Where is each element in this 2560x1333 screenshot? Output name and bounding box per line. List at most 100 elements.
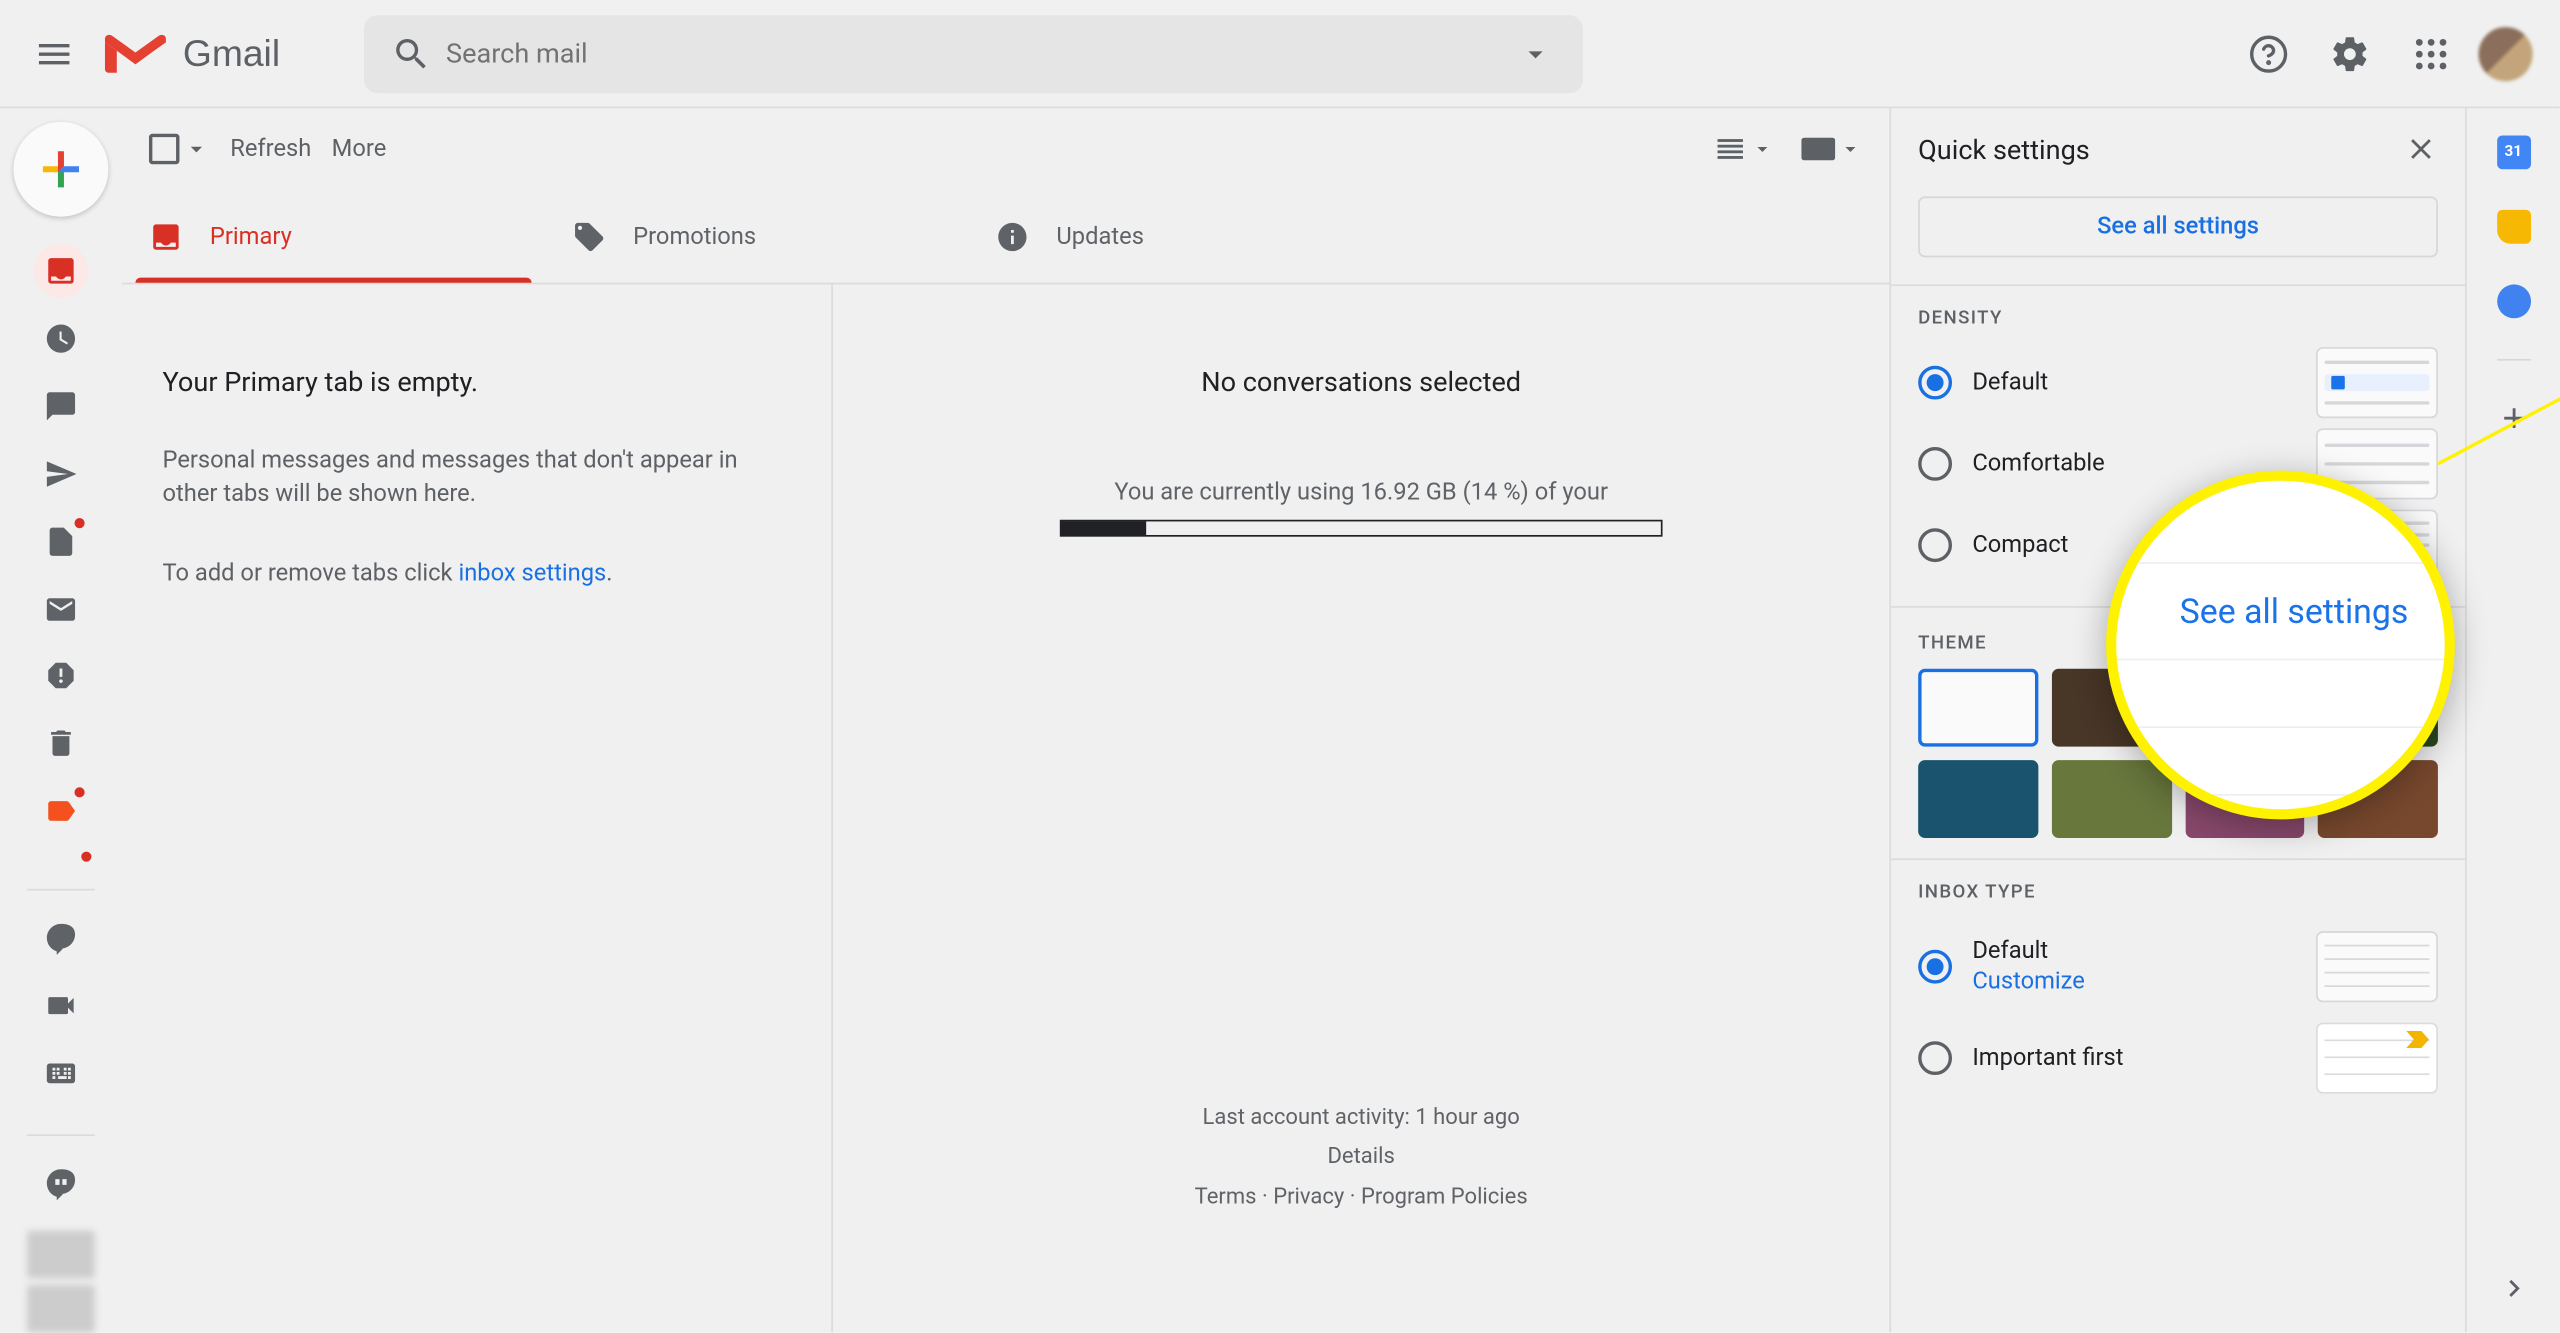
- details-link[interactable]: Details: [1327, 1145, 1394, 1170]
- inbox-type-title: INBOX TYPE: [1918, 880, 2036, 902]
- chevron-right-icon: [2496, 1271, 2530, 1305]
- radio-icon: [1918, 366, 1952, 400]
- trash-icon: [44, 727, 78, 761]
- tab-updates[interactable]: Updates: [968, 190, 1391, 283]
- nav-video[interactable]: [34, 979, 88, 1033]
- nav-keyboard[interactable]: [34, 1047, 88, 1101]
- density-preview-default: [2316, 347, 2438, 418]
- caret-down-icon: [1519, 36, 1553, 70]
- radio-icon: [1918, 949, 1952, 983]
- policies-link[interactable]: Program Policies: [1361, 1184, 1528, 1209]
- contact-thumb-1[interactable]: [27, 1231, 95, 1278]
- gear-icon: [2330, 33, 2371, 74]
- caret-down-icon: [1839, 137, 1863, 161]
- quick-settings-title: Quick settings: [1918, 133, 2404, 165]
- account-avatar[interactable]: [2479, 26, 2533, 80]
- magnifier-callout: See all settings: [2106, 471, 2455, 820]
- search-bar[interactable]: [365, 14, 1584, 92]
- terms-link[interactable]: Terms: [1195, 1184, 1257, 1209]
- inbox-type-default[interactable]: Default Customize: [1918, 915, 2438, 1017]
- density-title: DENSITY: [1918, 306, 2003, 328]
- caret-down-icon: [183, 135, 210, 162]
- category-tabs: Primary Promotions Updates: [122, 190, 1889, 285]
- tab-label: Promotions: [633, 223, 756, 250]
- density-option-default[interactable]: Default: [1918, 342, 2438, 423]
- file-icon: [44, 524, 78, 558]
- search-button[interactable]: [378, 19, 446, 87]
- google-apps-button[interactable]: [2397, 19, 2465, 87]
- privacy-link[interactable]: Privacy: [1273, 1184, 1344, 1209]
- video-icon: [44, 989, 78, 1023]
- info-icon: [995, 219, 1029, 253]
- mail-icon: [44, 592, 78, 626]
- clock-icon: [44, 321, 78, 355]
- main-menu-button[interactable]: [14, 13, 95, 94]
- inbox-type-important-first[interactable]: Important first: [1918, 1017, 2438, 1098]
- spam-icon: [44, 659, 78, 693]
- mail-toolbar: Refresh More: [122, 108, 1889, 189]
- storage-text: You are currently using 16.92 GB (14 %) …: [1114, 479, 1608, 506]
- contact-thumb-2[interactable]: [27, 1285, 95, 1332]
- more-button[interactable]: More: [332, 135, 387, 162]
- close-quick-settings-button[interactable]: [2404, 132, 2438, 166]
- left-navigation: [0, 108, 122, 1332]
- see-all-settings-button[interactable]: See all settings: [1918, 196, 2438, 257]
- nav-sent[interactable]: [34, 446, 88, 500]
- support-button[interactable]: [2235, 19, 2303, 87]
- activity-line: Last account activity: 1 hour ago: [1195, 1098, 1528, 1138]
- plus-icon: [34, 142, 88, 196]
- send-icon: [44, 457, 78, 491]
- refresh-button[interactable]: Refresh: [230, 135, 311, 162]
- gmail-logo[interactable]: Gmail: [95, 28, 331, 79]
- inbox-icon: [44, 254, 78, 288]
- collapse-side-panel-button[interactable]: [2496, 1271, 2530, 1305]
- settings-button[interactable]: [2316, 19, 2384, 87]
- theme-title: THEME: [1918, 631, 1987, 653]
- gmail-wordmark: Gmail: [183, 31, 280, 75]
- theme-thumb-5[interactable]: [2051, 760, 2171, 837]
- tab-primary[interactable]: Primary: [122, 190, 545, 283]
- nav-label[interactable]: [34, 785, 88, 839]
- search-icon: [392, 33, 433, 74]
- chat-icon: [44, 389, 78, 423]
- nav-snoozed[interactable]: [34, 311, 88, 365]
- nav-inbox[interactable]: [34, 244, 88, 298]
- search-options-button[interactable]: [1502, 36, 1570, 70]
- radio-icon: [1918, 528, 1952, 562]
- main-content: Refresh More Primary: [122, 108, 1889, 1332]
- tab-promotions[interactable]: Promotions: [545, 190, 968, 283]
- keep-addon[interactable]: [2496, 210, 2530, 244]
- search-input[interactable]: [446, 37, 1502, 69]
- quote-icon: [44, 1167, 78, 1201]
- calendar-addon[interactable]: 31: [2496, 135, 2530, 169]
- nav-drafts[interactable]: [34, 514, 88, 568]
- inbox-type-section: INBOX TYPE Default Customize Important f…: [1891, 858, 2465, 1119]
- nav-all-mail[interactable]: [34, 582, 88, 636]
- apps-grid-icon: [2411, 33, 2452, 74]
- inbox-icon: [149, 219, 183, 253]
- close-icon: [2404, 132, 2438, 166]
- radio-icon: [1918, 1040, 1952, 1074]
- empty-hint: To add or remove tabs click inbox settin…: [163, 559, 791, 592]
- select-all-checkbox[interactable]: [149, 134, 210, 164]
- compose-button[interactable]: [14, 122, 109, 217]
- footer: Last account activity: 1 hour ago Detail…: [1195, 1098, 1528, 1251]
- hangouts-icon: [44, 921, 78, 955]
- nav-hangouts[interactable]: [34, 911, 88, 965]
- addon-side-panel: 31: [2465, 108, 2560, 1332]
- theme-thumb-0[interactable]: [1918, 669, 2038, 746]
- keyboard-icon: [44, 1057, 78, 1091]
- nav-hangouts-quote[interactable]: [34, 1157, 88, 1211]
- magnifier-label: See all settings: [2116, 563, 2444, 660]
- hamburger-icon: [34, 33, 75, 74]
- theme-thumb-4[interactable]: [1918, 760, 2038, 837]
- nav-trash[interactable]: [34, 717, 88, 771]
- nav-spam[interactable]: [34, 649, 88, 703]
- input-tools-toggle[interactable]: [1801, 137, 1862, 161]
- tasks-addon[interactable]: [2496, 284, 2530, 318]
- inbox-settings-link[interactable]: inbox settings: [458, 561, 606, 588]
- nav-chat[interactable]: [34, 379, 88, 433]
- split-pane-toggle[interactable]: [1713, 132, 1774, 166]
- customize-link[interactable]: Customize: [1972, 968, 2295, 995]
- radio-icon: [1918, 447, 1952, 481]
